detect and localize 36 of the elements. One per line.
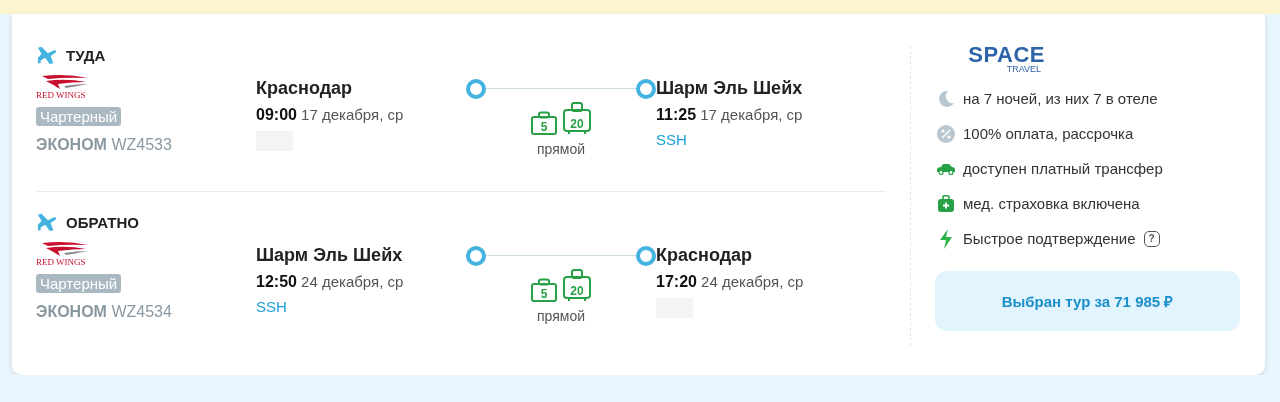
- flight-class: ЭКОНОМ WZ4534: [36, 303, 172, 321]
- charter-badge: Чартерный: [36, 107, 122, 126]
- route-type: прямой: [537, 141, 585, 157]
- operator-logo: SPACE TRAVEL: [967, 44, 1045, 74]
- flight-class: ЭКОНОМ WZ4533: [36, 136, 172, 154]
- plane-icon: [36, 212, 58, 232]
- direction-label: ОБРАТНО: [66, 213, 139, 231]
- percent-icon: [935, 124, 957, 143]
- feature-text: на 7 ночей, из них 7 в отеле: [963, 90, 1158, 107]
- airline-logo: RED WINGS: [36, 241, 96, 267]
- city-name: Шарм Эль Шейх: [256, 245, 403, 266]
- city-name: Краснодар: [656, 245, 753, 266]
- feature-text: доступен платный трансфер: [963, 160, 1163, 177]
- origin-dot: [466, 79, 486, 99]
- feature-text: 100% оплата, рассрочка: [963, 125, 1134, 142]
- feature-text: Быстрое подтверждение: [963, 230, 1136, 247]
- flight-time: 17:20 24 декабря, ср: [656, 273, 804, 291]
- feature-text: мед. страховка включена: [963, 195, 1140, 212]
- airport-code: SSH: [256, 298, 287, 315]
- car-icon: [935, 161, 957, 176]
- airport-code: SSH: [656, 131, 687, 148]
- direction-label: ТУДА: [66, 46, 106, 64]
- charter-badge: Чартерный: [36, 274, 122, 293]
- flight-time: 11:25 17 декабря, ср: [656, 106, 803, 124]
- flight-time: 12:50 24 декабря, ср: [256, 273, 404, 291]
- help-icon[interactable]: ?: [1143, 230, 1160, 247]
- destination-dot: [636, 246, 656, 266]
- city-name: Шарм Эль Шейх: [656, 78, 803, 99]
- flight-time: 09:00 17 декабря, ср: [256, 106, 404, 124]
- city-name: Краснодар: [256, 78, 353, 99]
- origin-dot: [466, 246, 486, 266]
- medkit-icon: [935, 194, 957, 213]
- airline-logo: RED WINGS: [36, 74, 96, 100]
- route-type: прямой: [537, 308, 585, 324]
- plane-icon: [36, 45, 58, 65]
- destination-dot: [636, 79, 656, 99]
